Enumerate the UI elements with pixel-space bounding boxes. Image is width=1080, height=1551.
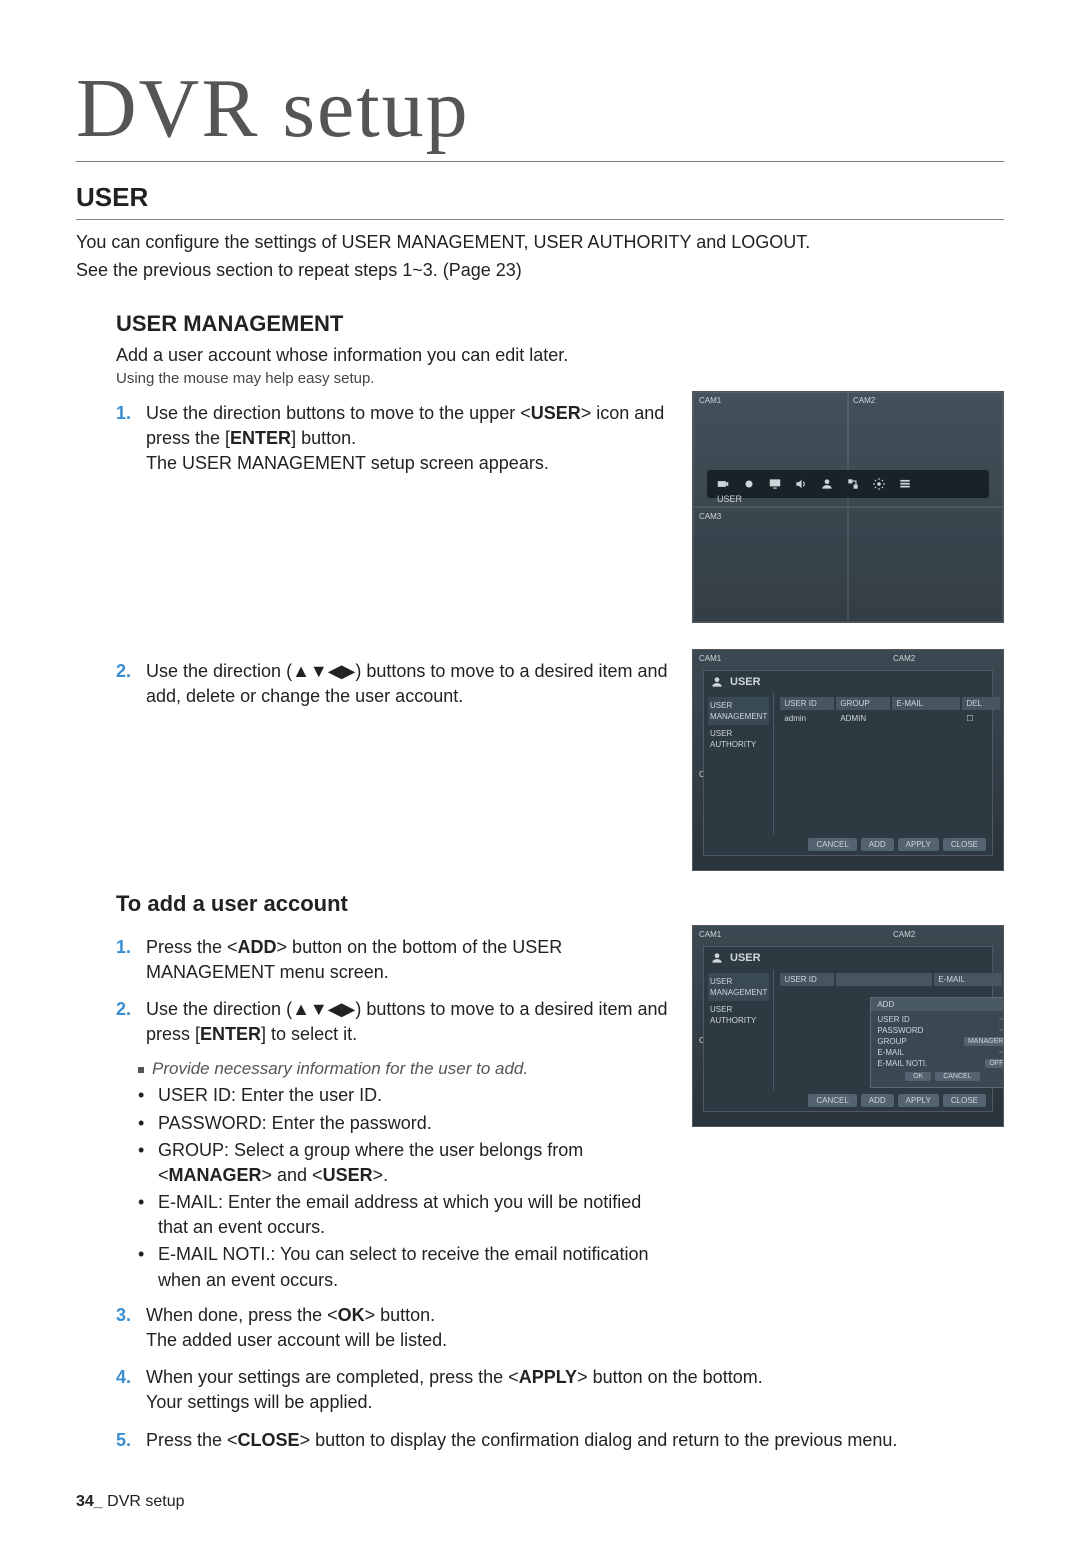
- user-mgmt-intro-1: Add a user account whose information you…: [116, 345, 1004, 366]
- password-field[interactable]: [999, 1029, 1004, 1031]
- add-user-popup: ADD USER ID PASSWORD GROUPMANAGER E-MAIL…: [870, 997, 1004, 1088]
- cancel-button[interactable]: CANCEL: [808, 838, 856, 851]
- cam-label: CAM2: [853, 396, 875, 405]
- add-user-heading: To add a user account: [116, 891, 1004, 917]
- user-management-heading: USER MANAGEMENT: [116, 311, 1004, 337]
- toolbar-label-user: USER: [717, 494, 742, 504]
- table-row[interactable]: admin ADMIN ☐: [780, 712, 1000, 725]
- panel-title: USER: [704, 947, 992, 969]
- bullet: E-MAIL NOTI.: You can select to receive …: [138, 1242, 674, 1292]
- icon-toolbar: [707, 470, 989, 498]
- screenshot-user-mgmt: CAM1 CAM2 CAM3 USER USER MANAGEMENT USER…: [692, 649, 1004, 871]
- user-intro-1: You can configure the settings of USER M…: [76, 230, 1004, 254]
- step-number: 3.: [116, 1303, 138, 1328]
- screenshot-toolbar: CAM1 CAM2 CAM3 USER: [692, 391, 1004, 623]
- monitor-icon: [767, 476, 783, 492]
- screenshot-add-user: CAM1 CAM2 CAM3 USER USER MANAGEMENT USER…: [692, 925, 1004, 1127]
- user-mgmt-intro-2: Using the mouse may help easy setup.: [116, 370, 1004, 387]
- email-noti-select[interactable]: OFF: [985, 1059, 1004, 1068]
- page-number: 34_: [76, 1493, 103, 1510]
- step-text: Use the direction buttons to move to the…: [146, 401, 674, 477]
- sidebar-item-user-authority[interactable]: USER AUTHORITY: [708, 725, 769, 753]
- user-icon: [710, 951, 724, 965]
- cancel-button[interactable]: CANCEL: [808, 1094, 856, 1107]
- sidebar-item-user-management[interactable]: USER MANAGEMENT: [708, 697, 769, 725]
- side-nav: USER MANAGEMENT USER AUTHORITY: [704, 969, 774, 1090]
- group-select[interactable]: MANAGER: [964, 1037, 1004, 1046]
- cancel-button[interactable]: CANCEL: [935, 1072, 979, 1081]
- section-heading-user: USER: [76, 182, 1004, 220]
- ok-button[interactable]: OK: [905, 1072, 931, 1081]
- cam-label: CAM2: [893, 654, 915, 663]
- record-icon: [741, 476, 757, 492]
- cam-label: CAM1: [699, 930, 721, 939]
- step-text: Use the direction (▲▼◀▶) buttons to move…: [146, 997, 674, 1047]
- cam-label: CAM1: [699, 654, 721, 663]
- step-text: Press the <CLOSE> button to display the …: [146, 1428, 1004, 1453]
- sidebar-item-user-authority[interactable]: USER AUTHORITY: [708, 1001, 769, 1029]
- table-header: USER ID E-MAIL DEL: [780, 973, 1004, 986]
- note-marker-icon: [138, 1067, 144, 1073]
- cam-label: CAM2: [893, 930, 915, 939]
- network-icon: [845, 476, 861, 492]
- sidebar-item-user-management[interactable]: USER MANAGEMENT: [708, 973, 769, 1001]
- step-number: 4.: [116, 1365, 138, 1390]
- apply-button[interactable]: APPLY: [898, 1094, 939, 1107]
- add-button[interactable]: ADD: [861, 838, 894, 851]
- user-icon: [710, 675, 724, 689]
- step-number: 1.: [116, 935, 138, 960]
- cam-label: CAM1: [699, 396, 721, 405]
- user-intro-2: See the previous section to repeat steps…: [76, 258, 1004, 282]
- cam-label: CAM3: [699, 512, 721, 521]
- bullet: E-MAIL: Enter the email address at which…: [138, 1190, 674, 1240]
- table-header: USER ID GROUP E-MAIL DEL: [780, 697, 1000, 710]
- add-button[interactable]: ADD: [861, 1094, 894, 1107]
- bullet: GROUP: Select a group where the user bel…: [138, 1138, 674, 1188]
- step-number: 5.: [116, 1428, 138, 1453]
- side-nav: USER MANAGEMENT USER AUTHORITY: [704, 693, 774, 834]
- page-title: DVR setup: [76, 60, 1004, 162]
- step-number: 2.: [116, 997, 138, 1022]
- bullet: PASSWORD: Enter the password.: [138, 1111, 674, 1136]
- close-button[interactable]: CLOSE: [943, 838, 986, 851]
- speaker-icon: [793, 476, 809, 492]
- popup-title: ADD: [871, 998, 1004, 1011]
- footer-label: DVR setup: [107, 1493, 184, 1510]
- apply-button[interactable]: APPLY: [898, 838, 939, 851]
- gear-icon: [871, 476, 887, 492]
- user-icon: [819, 476, 835, 492]
- step-text: Press the <ADD> button on the bottom of …: [146, 935, 674, 985]
- userid-field[interactable]: [999, 1018, 1004, 1020]
- step-text: Use the direction (▲▼◀▶) buttons to move…: [146, 659, 674, 709]
- close-button[interactable]: CLOSE: [943, 1094, 986, 1107]
- bullet: USER ID: Enter the user ID.: [138, 1083, 674, 1108]
- step-text: When done, press the <OK> button.The add…: [146, 1303, 1004, 1353]
- page-footer: 34_ DVR setup: [76, 1493, 1004, 1511]
- list-icon: [897, 476, 913, 492]
- step-text: When your settings are completed, press …: [146, 1365, 1004, 1415]
- note: Provide necessary information for the us…: [138, 1059, 674, 1079]
- step-number: 2.: [116, 659, 138, 684]
- email-field[interactable]: [999, 1051, 1004, 1053]
- panel-title: USER: [704, 671, 992, 693]
- step-number: 1.: [116, 401, 138, 426]
- camera-icon: [715, 476, 731, 492]
